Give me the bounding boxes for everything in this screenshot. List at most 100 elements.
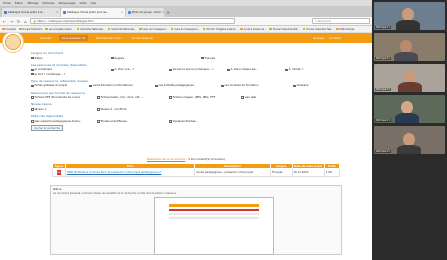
menu-item[interactable]: Affichage (27, 2, 38, 5)
close-icon[interactable]: ✕ (162, 11, 164, 14)
checkbox[interactable] (227, 68, 230, 72)
bookmark[interactable]: Consulter (2, 28, 16, 31)
close-icon[interactable]: ✕ (56, 11, 58, 14)
menu-item[interactable]: Aide (91, 2, 96, 5)
close-icon[interactable]: ✕ (121, 11, 123, 14)
search-bar[interactable]: ⚲ Rechercher (312, 18, 370, 24)
checkbox-option[interactable]: Fiches globales du projet (31, 84, 89, 87)
nav-link[interactable]: Accueil (40, 36, 51, 40)
options-row: Je tout ? numérique… ? (31, 73, 341, 76)
site-logo[interactable] (2, 33, 24, 53)
checkbox-option[interactable]: Lien web (241, 96, 281, 99)
bookmark[interactable]: Méthodologie (336, 28, 354, 31)
checkbox[interactable] (31, 84, 34, 88)
checkbox-option[interactable]: Je tout ? numérique… ? (31, 73, 111, 76)
hide-search-button[interactable]: Cacher la recherche (31, 125, 64, 132)
checkbox-option[interactable]: Qu'est-ce que le numérique… ? (169, 68, 227, 71)
home-icon[interactable]: ⌂ (23, 19, 28, 24)
participant-video[interactable]: Participant 5 (374, 126, 445, 154)
checkbox[interactable] (285, 68, 288, 72)
forward-icon[interactable]: → (9, 19, 14, 24)
back-icon[interactable]: ← (2, 19, 7, 24)
reload-icon[interactable]: ↻ (16, 19, 21, 24)
bookmark[interactable]: Liens de l'enseignem… (170, 28, 200, 31)
bookmark[interactable]: Calendrier Nationale… (76, 28, 105, 31)
browser-tab[interactable]: Catalogue l'Accès public à la… ✕ (2, 8, 60, 17)
checkbox[interactable] (221, 84, 224, 88)
checkbox[interactable] (169, 96, 172, 100)
bookmark[interactable]: Trouver Calendrier Nat… (269, 28, 300, 31)
checkbox-option[interactable]: À. Dans chaque les… (227, 68, 285, 71)
checkbox-option[interactable]: Anglais (111, 57, 201, 60)
menu-item[interactable]: Historique (42, 2, 54, 5)
checkbox[interactable] (169, 120, 172, 123)
nav-link[interactable]: Rechercher mon… (96, 36, 124, 40)
participant-video[interactable]: Participant 1 (374, 2, 445, 30)
checkbox[interactable] (31, 120, 34, 123)
checkbox-option[interactable]: Italien (31, 57, 111, 60)
checkbox[interactable] (293, 84, 296, 88)
bookmark[interactable]: Trouver Calendrier Nat… (302, 28, 333, 31)
bookmark[interactable]: Liens de l'enseignem… (139, 28, 168, 31)
checkbox[interactable] (31, 96, 34, 100)
site-nav: Accueil Se présenter ici Rechercher mon…… (40, 33, 153, 43)
bookmark[interactable]: Accès à la base de… (240, 28, 266, 31)
checkbox[interactable] (89, 84, 92, 88)
bookmark[interactable]: DO 16% d'Algèbre linéaire… (202, 28, 237, 31)
checkbox-option[interactable]: Fichiers PDF (Documents de cours) (31, 96, 97, 99)
checkbox[interactable] (241, 96, 244, 100)
checkbox-option[interactable]: À. Climat. ? (285, 68, 335, 71)
results-link[interactable]: Résultats de la recherche (147, 157, 185, 161)
document-title-link[interactable]: DMD-IE-PR-Nous sommes fiers de présenter… (64, 168, 196, 177)
checkbox-option[interactable]: Des supports pédagogiques divers… (31, 120, 97, 123)
checkbox-option[interactable]: Les modules de formation (221, 84, 293, 87)
table-row[interactable]: PDF DMD-IE-PR-Nous sommes fiers de prése… (52, 168, 341, 177)
participant-video[interactable]: Participant 2 (374, 33, 445, 61)
nav-link-active[interactable]: Se présenter ici (58, 35, 89, 41)
nav-link[interactable]: Groupe (313, 36, 324, 40)
bookmark[interactable]: Les nouvelles vidéos… (45, 28, 74, 31)
participant-video[interactable]: Participant 3 (374, 64, 445, 92)
menu-item[interactable]: Outils (80, 2, 87, 5)
checkbox[interactable] (111, 68, 114, 72)
checkbox[interactable] (97, 108, 100, 111)
checkbox[interactable] (97, 120, 100, 123)
checkbox-option[interactable]: Quelques thèmes… (169, 120, 241, 123)
checkbox-option[interactable]: Études scientifiques (97, 120, 169, 123)
menu-item[interactable]: Fichier (3, 2, 11, 5)
checkbox[interactable] (97, 96, 100, 100)
pdf-icon[interactable]: PDF (56, 170, 61, 175)
checkbox-option[interactable]: Je numérique (31, 68, 111, 71)
search-icon: ⚲ (315, 19, 317, 23)
checkbox[interactable] (111, 56, 114, 60)
checkbox[interactable] (201, 56, 204, 60)
checkbox-option[interactable]: À. Pour une… ? (111, 68, 169, 71)
folder-icon (139, 27, 142, 31)
checkbox-option[interactable]: Les activités pédagogiques (155, 84, 221, 87)
checkbox-option[interactable]: Niveau 1 (31, 108, 97, 111)
checkbox-option[interactable]: Livret éducation (informations) (89, 84, 155, 87)
checkbox[interactable] (155, 84, 158, 88)
checkbox[interactable] (31, 56, 34, 60)
browser-tab-active[interactable]: Catalogue l'Accès public pour les… ✕ (61, 8, 125, 17)
menu-item[interactable]: Marque-pages (59, 2, 76, 5)
checkbox-option[interactable]: Fichiers images : JPEG, PNG, TIFF (169, 96, 241, 99)
checkbox-option[interactable]: Glossaire (293, 84, 333, 87)
checkbox-option[interactable]: Fichiers texte : Doc, docx, odt, … (97, 96, 169, 99)
checkbox-option[interactable]: Français (201, 57, 281, 60)
nav-link[interactable]: Contact (329, 36, 341, 40)
bookmark[interactable]: Calendrier Nationale… (107, 28, 136, 31)
menu-item[interactable]: Édition (15, 2, 23, 5)
checkbox[interactable] (31, 68, 34, 72)
checkbox[interactable] (169, 68, 172, 72)
participant-video[interactable]: Participant 4 (374, 95, 445, 123)
new-tab-button[interactable]: + (165, 8, 171, 17)
url-bar[interactable]: 🔒 https://…/catalogue-numerique/catalogu… (30, 18, 235, 24)
checkbox[interactable] (31, 108, 34, 111)
participant-name: Participant 3 (375, 88, 391, 91)
bookmark[interactable]: Google Traduction (19, 28, 42, 31)
checkbox-option[interactable]: Niveau 2 - Confirmé (97, 108, 177, 111)
browser-tab[interactable]: Photo de groupe - Zoom ✕ (126, 8, 164, 17)
checkbox[interactable] (31, 72, 34, 76)
nav-link[interactable]: Accès réservé (132, 36, 153, 40)
